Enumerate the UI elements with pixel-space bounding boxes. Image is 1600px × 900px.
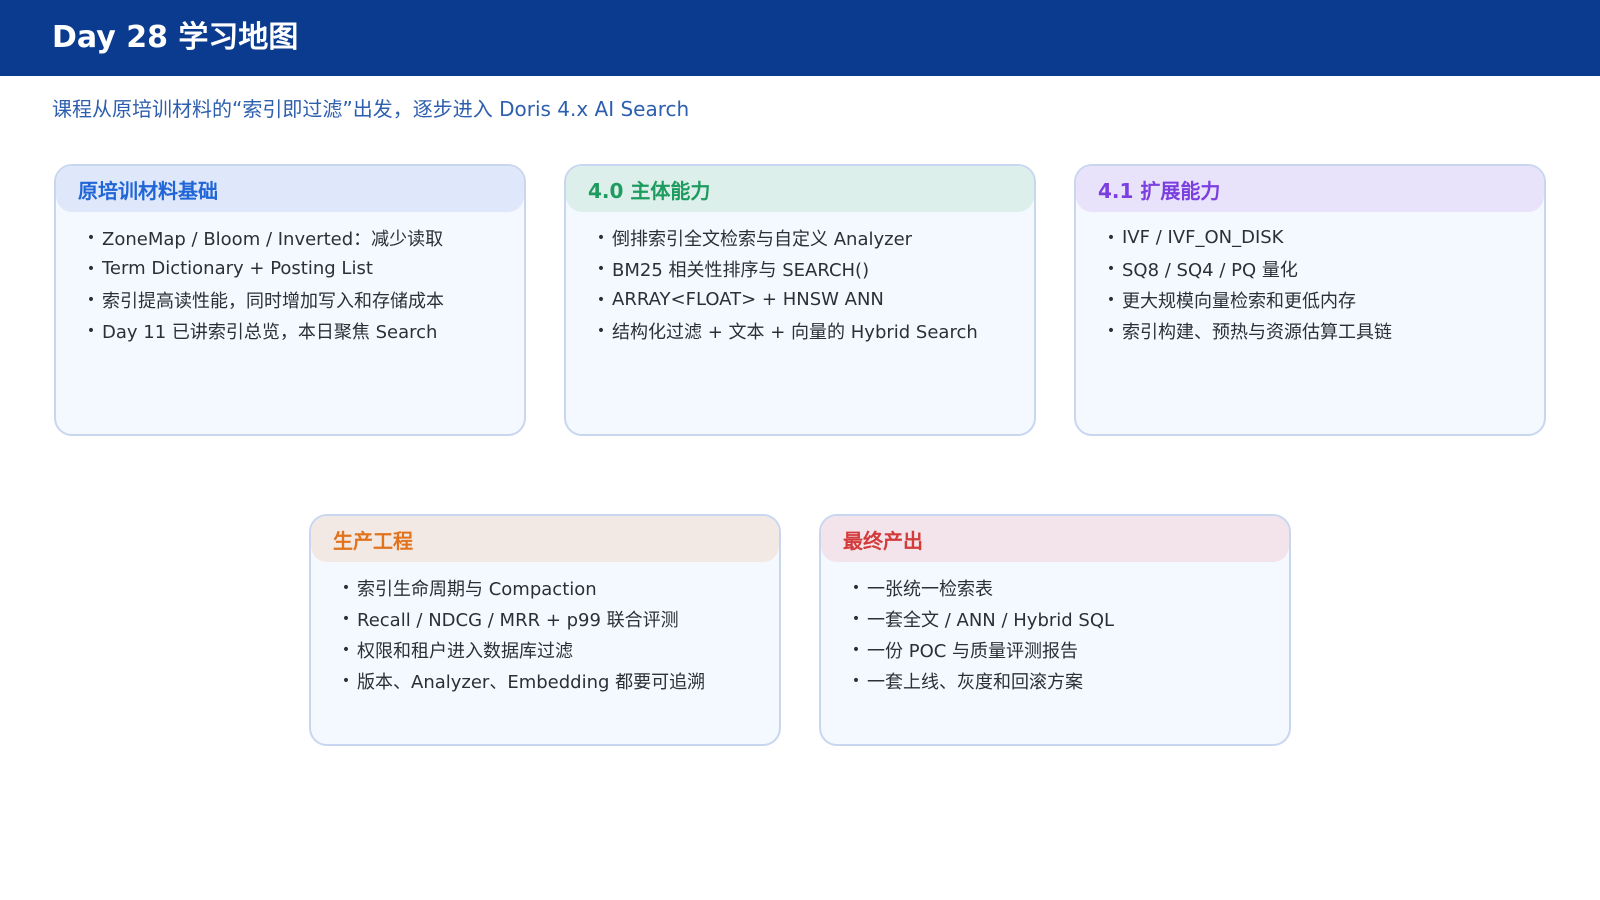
list-item-text: 一套上线、灰度和回滚方案 bbox=[867, 671, 1083, 693]
list-item: • Term Dictionary + Posting List bbox=[80, 253, 524, 284]
page-subtitle: 课程从原培训材料的“索引即过滤”出发，逐步进入 Doris 4.x AI Sea… bbox=[52, 97, 690, 121]
list-item: • 索引生命周期与 Compaction bbox=[335, 572, 779, 603]
list-item: • 权限和租户进入数据库过滤 bbox=[335, 634, 779, 665]
list-item-text: BM25 相关性排序与 SEARCH() bbox=[612, 259, 870, 281]
bullet-icon: • bbox=[1106, 229, 1116, 246]
list-item: • 一套上线、灰度和回滚方案 bbox=[845, 665, 1289, 696]
card-title: 4.1 扩展能力 bbox=[1076, 166, 1544, 212]
list-item: • ARRAY<FLOAT> + HNSW ANN bbox=[590, 284, 1034, 315]
card-original-training: 原培训材料基础 • ZoneMap / Bloom / Inverted：减少读取… bbox=[54, 164, 526, 436]
card-title: 最终产出 bbox=[821, 516, 1289, 562]
list-item-text: Term Dictionary + Posting List bbox=[102, 258, 373, 279]
list-item-text: SQ8 / SQ4 / PQ 量化 bbox=[1122, 259, 1298, 281]
list-item-text: 更大规模向量检索和更低内存 bbox=[1122, 290, 1356, 312]
bullet-icon: • bbox=[341, 641, 351, 658]
list-item-text: Day 11 已讲索引总览，本日聚焦 Search bbox=[102, 321, 438, 343]
bullet-icon: • bbox=[596, 260, 606, 277]
card-item-list: • 索引生命周期与 Compaction • Recall / NDCG / MRR… bbox=[311, 562, 779, 696]
list-item: • SQ8 / SQ4 / PQ 量化 bbox=[1100, 253, 1544, 284]
card-item-list: • IVF / IVF_ON_DISK • SQ8 / SQ4 / PQ 量化 • 更… bbox=[1076, 212, 1544, 346]
bullet-icon: • bbox=[86, 322, 96, 339]
list-item-text: 倒排索引全文检索与自定义 Analyzer bbox=[612, 228, 913, 250]
bullet-icon: • bbox=[341, 579, 351, 596]
bullet-icon: • bbox=[86, 260, 96, 277]
header-bar: Day 28 学习地图 bbox=[0, 0, 1600, 76]
list-item: • IVF / IVF_ON_DISK bbox=[1100, 222, 1544, 253]
bullet-icon: • bbox=[341, 672, 351, 689]
list-item-text: 版本、Analyzer、Embedding 都要可追溯 bbox=[357, 671, 706, 693]
bullet-icon: • bbox=[596, 229, 606, 246]
bullet-icon: • bbox=[596, 322, 606, 339]
card-item-list: • 一张统一检索表 • 一套全文 / ANN / Hybrid SQL • 一份 PO… bbox=[821, 562, 1289, 696]
list-item-text: Recall / NDCG / MRR + p99 联合评测 bbox=[357, 609, 679, 631]
list-item: • 更大规模向量检索和更低内存 bbox=[1100, 284, 1544, 315]
list-item: • 一张统一检索表 bbox=[845, 572, 1289, 603]
bullet-icon: • bbox=[341, 610, 351, 627]
bullet-icon: • bbox=[851, 672, 861, 689]
card-title: 4.0 主体能力 bbox=[566, 166, 1034, 212]
bullet-icon: • bbox=[1106, 260, 1116, 277]
list-item-text: 一份 POC 与质量评测报告 bbox=[867, 640, 1079, 662]
card-core-capabilities-4-0: 4.0 主体能力 • 倒排索引全文检索与自定义 Analyzer • BM25 相关… bbox=[564, 164, 1036, 436]
list-item-text: 一套全文 / ANN / Hybrid SQL bbox=[867, 609, 1115, 631]
list-item: • 一套全文 / ANN / Hybrid SQL bbox=[845, 603, 1289, 634]
bullet-icon: • bbox=[596, 291, 606, 308]
list-item-text: 权限和租户进入数据库过滤 bbox=[357, 640, 573, 662]
page-title: Day 28 学习地图 bbox=[52, 20, 299, 55]
list-item: • 索引提高读性能，同时增加写入和存储成本 bbox=[80, 284, 524, 315]
card-final-deliverables: 最终产出 • 一张统一检索表 • 一套全文 / ANN / Hybrid SQL •… bbox=[819, 514, 1291, 746]
bullet-icon: • bbox=[1106, 322, 1116, 339]
bullet-icon: • bbox=[86, 291, 96, 308]
list-item-text: ARRAY<FLOAT> + HNSW ANN bbox=[612, 289, 884, 310]
list-item: • ZoneMap / Bloom / Inverted：减少读取 bbox=[80, 222, 524, 253]
card-title: 原培训材料基础 bbox=[56, 166, 524, 212]
list-item-text: 索引提高读性能，同时增加写入和存储成本 bbox=[102, 290, 444, 312]
bullet-icon: • bbox=[86, 229, 96, 246]
list-item-text: 结构化过滤 + 文本 + 向量的 Hybrid Search bbox=[612, 321, 978, 343]
list-item: • 结构化过滤 + 文本 + 向量的 Hybrid Search bbox=[590, 315, 1034, 346]
list-item: • 倒排索引全文检索与自定义 Analyzer bbox=[590, 222, 1034, 253]
list-item-text: 索引构建、预热与资源估算工具链 bbox=[1122, 321, 1392, 343]
card-item-list: • 倒排索引全文检索与自定义 Analyzer • BM25 相关性排序与 SEAR… bbox=[566, 212, 1034, 346]
card-extended-capabilities-4-1: 4.1 扩展能力 • IVF / IVF_ON_DISK • SQ8 / SQ4 /… bbox=[1074, 164, 1546, 436]
card-item-list: • ZoneMap / Bloom / Inverted：减少读取 • Term D… bbox=[56, 212, 524, 346]
list-item: • 版本、Analyzer、Embedding 都要可追溯 bbox=[335, 665, 779, 696]
list-item-text: 索引生命周期与 Compaction bbox=[357, 578, 597, 600]
card-title: 生产工程 bbox=[311, 516, 779, 562]
list-item: • Recall / NDCG / MRR + p99 联合评测 bbox=[335, 603, 779, 634]
list-item: • 索引构建、预热与资源估算工具链 bbox=[1100, 315, 1544, 346]
list-item-text: 一张统一检索表 bbox=[867, 578, 993, 600]
bullet-icon: • bbox=[851, 579, 861, 596]
list-item-text: ZoneMap / Bloom / Inverted：减少读取 bbox=[102, 228, 444, 250]
bullet-icon: • bbox=[851, 641, 861, 658]
list-item: • BM25 相关性排序与 SEARCH() bbox=[590, 253, 1034, 284]
list-item-text: IVF / IVF_ON_DISK bbox=[1122, 227, 1284, 248]
card-production-engineering: 生产工程 • 索引生命周期与 Compaction • Recall / NDCG … bbox=[309, 514, 781, 746]
bullet-icon: • bbox=[851, 610, 861, 627]
list-item: • Day 11 已讲索引总览，本日聚焦 Search bbox=[80, 315, 524, 346]
list-item: • 一份 POC 与质量评测报告 bbox=[845, 634, 1289, 665]
bullet-icon: • bbox=[1106, 291, 1116, 308]
